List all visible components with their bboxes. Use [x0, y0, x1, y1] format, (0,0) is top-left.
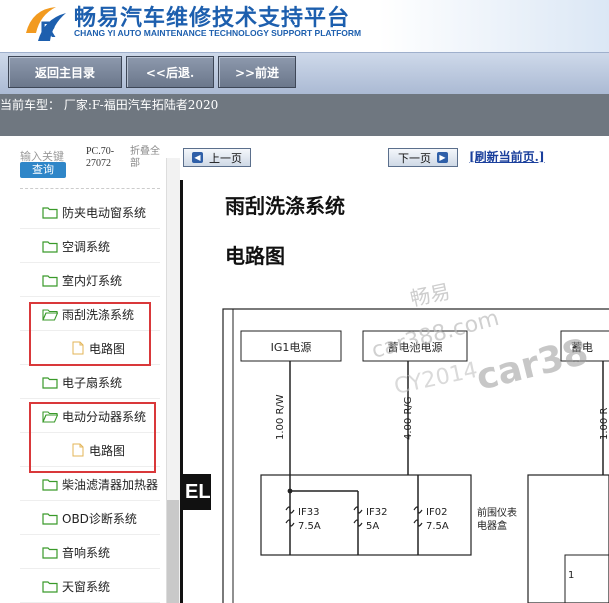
tree-item-label: 电子扇系统	[62, 375, 123, 390]
tree-folder-item[interactable]: 电子扇系统	[42, 371, 122, 393]
tree-row-divider	[20, 262, 160, 263]
platform-subtitle: CHANG YI AUTO MAINTENANCE TECHNOLOGY SUP…	[74, 28, 362, 38]
wire-label-1: 1.00 R/W	[275, 394, 286, 440]
header-divider	[0, 118, 609, 136]
fuse-3-rating: 7.5A	[426, 521, 449, 532]
nav-toolbar: 返回主目录 <<后退. >>前进	[0, 52, 609, 95]
current-vehicle-label: 当前车型： 厂家:F-福田汽车拓陆者2020	[0, 94, 609, 118]
tree-folder-item[interactable]: 天窗系统	[42, 575, 110, 597]
pin-1-label: 1	[568, 570, 574, 581]
tree-item-label: 室内灯系统	[62, 273, 123, 288]
highlight-box-wiper	[29, 302, 151, 366]
arrow-right-icon: ▶	[437, 152, 448, 163]
tree-row-divider	[20, 500, 160, 501]
next-page-button[interactable]: 下一页 ▶	[388, 148, 458, 167]
search-button[interactable]: 查询	[20, 162, 66, 178]
next-page-label: 下一页	[398, 151, 431, 165]
folder-icon	[42, 240, 58, 253]
tree-folder-item[interactable]: 音响系统	[42, 541, 110, 563]
arrow-left-icon: ◀	[192, 152, 203, 163]
refresh-page-link[interactable]: [刷新当前页.]	[469, 148, 545, 165]
folder-icon	[42, 376, 58, 389]
app-header: R 畅易汽车维修技术支持平台 CHANG YI AUTO MAINTENANCE…	[0, 0, 609, 52]
highlight-box-transfer-case	[29, 402, 156, 473]
tree-folder-item[interactable]: 柴油滤清器加热器	[42, 473, 158, 495]
prev-page-label: 上一页	[209, 151, 242, 165]
sidebar-scrollbar-thumb[interactable]	[167, 500, 179, 603]
document-title: 雨刮洗涤系统	[225, 194, 345, 218]
changyi-logo-icon: R	[26, 7, 66, 42]
tree-item-label: OBD诊断系统	[62, 511, 137, 526]
right-box	[527, 474, 609, 603]
tree-row-divider	[20, 398, 160, 399]
tree-folder-item[interactable]: 室内灯系统	[42, 269, 122, 291]
tree-folder-item[interactable]: OBD诊断系统	[42, 507, 137, 529]
battery-label-cut: 蓄电	[571, 341, 593, 354]
battery-label: 蓄电池电源	[388, 340, 443, 354]
folder-icon	[42, 274, 58, 287]
back-button[interactable]: <<后退.	[126, 56, 214, 88]
fuse-box-label-2: 电器盒	[477, 519, 507, 532]
wiring-diagram: IG1电源 蓄电池电源 蓄电 1.00 R/W 4.00 R/G 1.00 R …	[222, 308, 609, 603]
fuse-3-name: IF02	[426, 507, 447, 518]
wire-label-2: 4.00 R/G	[403, 396, 414, 440]
fuse-box-label-1: 前围仪表	[477, 506, 517, 519]
fuse-2-name: IF32	[366, 507, 387, 518]
folder-icon	[42, 206, 58, 219]
document-subtitle: 电路图	[225, 244, 285, 268]
folder-icon	[42, 512, 58, 525]
collapse-all-button[interactable]: 折叠全部	[130, 146, 162, 170]
ig1-label: IG1电源	[271, 340, 312, 354]
tree-folder-item[interactable]: 防夹电动窗系统	[42, 201, 146, 223]
fuse-2-rating: 5A	[366, 521, 379, 532]
tree-row-divider	[20, 296, 160, 297]
page-edge-label: EL	[183, 474, 211, 510]
folder-icon	[42, 546, 58, 559]
tree-row-divider	[20, 534, 160, 535]
tree-row-divider	[20, 568, 160, 569]
folder-icon	[42, 478, 58, 491]
sidebar-divider	[20, 188, 160, 189]
wire-label-3: 1.00 R	[599, 408, 609, 440]
tree-row-divider	[20, 228, 160, 229]
tree-item-label: 防夹电动窗系统	[62, 205, 147, 220]
tree-item-label: 音响系统	[62, 545, 111, 560]
prev-page-button[interactable]: ◀ 上一页	[183, 148, 251, 167]
document-code: PC.70-27072	[86, 146, 115, 169]
svg-text:R: R	[40, 17, 56, 42]
tree-item-label: 天窗系统	[62, 579, 111, 594]
tree-folder-item[interactable]: 空调系统	[42, 235, 110, 257]
home-button[interactable]: 返回主目录	[8, 56, 122, 88]
forward-button[interactable]: >>前进	[218, 56, 296, 88]
folder-icon	[42, 580, 58, 593]
tree-item-label: 空调系统	[62, 239, 111, 254]
fuse-1-name: IF33	[298, 507, 319, 518]
tree-item-label: 柴油滤清器加热器	[62, 477, 159, 492]
fuse-1-rating: 7.5A	[298, 521, 321, 532]
